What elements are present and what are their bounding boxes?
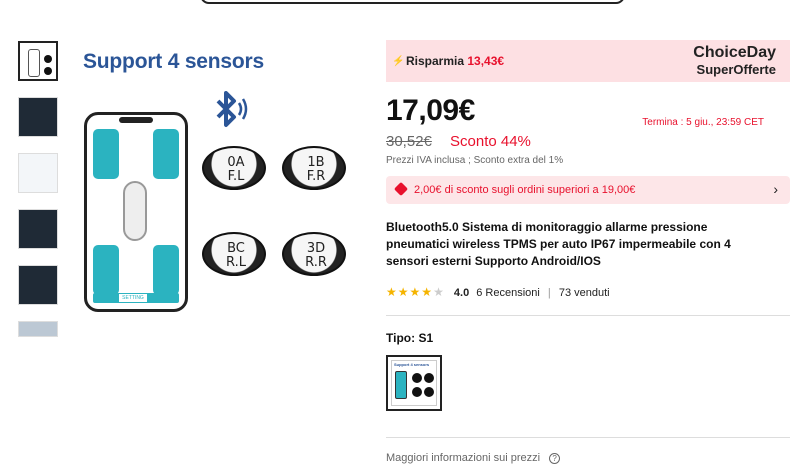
phone-illustration: SETTING <box>84 112 188 312</box>
product-title: Bluetooth5.0 Sistema di monitoraggio all… <box>386 220 731 268</box>
discount-percent: Sconto 44% <box>450 133 531 150</box>
sensor-code: 3D <box>306 241 326 256</box>
star-icon: ★ <box>421 285 434 299</box>
choice-day-logo: ChoiceDay SuperOfferte <box>693 44 776 77</box>
brand-line-2: SuperOfferte <box>696 62 776 77</box>
image-headline: Support 4 sensors <box>83 50 264 73</box>
tire-tile-fl <box>93 129 119 179</box>
sensor-icon <box>424 387 434 397</box>
savings-text: Risparmia 13,43€ <box>406 54 504 68</box>
coupon-banner[interactable]: 2,00€ di sconto sugli ordini superiori a… <box>386 176 790 204</box>
sensor-code: BC <box>227 241 245 256</box>
star-icon: ★ <box>409 285 422 299</box>
more-price-info-text: Maggiori informazioni sui prezzi <box>386 452 541 464</box>
choice-day-banner: ⚡ Risparmia 13,43€ ChoiceDay SuperOffert… <box>386 40 790 82</box>
rating-row: ★★★★★ 4.0 6 Recensioni | 73 venduti <box>386 285 610 299</box>
sensor-icon <box>44 55 52 63</box>
chevron-right-icon: › <box>773 181 778 197</box>
divider <box>386 315 790 316</box>
variant-thumb-text: Support 4 sensors <box>394 362 430 367</box>
sensor-code: 0A <box>227 155 245 170</box>
thumbnail-1[interactable] <box>18 41 58 81</box>
deal-end-time: Termina : 5 giu., 23:59 CET <box>642 117 764 128</box>
coupon-tag-icon <box>393 181 409 197</box>
vat-note: Prezzi IVA inclusa ; Sconto extra del 1% <box>386 155 564 166</box>
star-icon: ★ <box>386 285 398 299</box>
thumbnail-3[interactable] <box>18 153 58 193</box>
savings-amount: 13,43€ <box>467 54 505 68</box>
sensor-icon <box>44 67 52 75</box>
sensor-rl: BC R.L <box>198 230 270 310</box>
thumbnail-6[interactable] <box>18 321 58 337</box>
sold-count: 73 venduti <box>558 287 610 299</box>
sensor-fr: 1B F.R <box>278 144 350 224</box>
star-empty-icon: ★ <box>433 285 445 299</box>
sensor-icon <box>412 387 422 397</box>
phone-notch <box>119 117 153 123</box>
variant-thumb: Support 4 sensors <box>391 360 437 406</box>
sensor-position: F.L <box>227 169 245 184</box>
sensor-position: R.R <box>305 255 327 270</box>
sensor-fl: 0A F.L <box>198 144 270 224</box>
top-header <box>0 0 800 6</box>
thumbnail-5[interactable] <box>18 265 58 305</box>
tire-tile-rl <box>93 245 119 295</box>
sensor-icon <box>412 373 422 383</box>
sensor-cap: 0A F.L <box>202 146 266 190</box>
phone-icon <box>28 49 40 77</box>
car-icon <box>123 181 147 241</box>
phone-icon <box>395 371 407 399</box>
sensor-rr: 3D R.R <box>278 230 350 310</box>
main-product-image[interactable]: Support 4 sensors SETTING 0A F.L 1B F.R … <box>80 40 372 332</box>
coupon-text: 2,00€ di sconto sugli ordini superiori a… <box>414 184 636 196</box>
image-thumbnails <box>18 41 60 337</box>
bolt-icon: ⚡ <box>392 56 405 67</box>
star-rating[interactable]: ★★★★★ <box>386 285 445 299</box>
search-bar[interactable] <box>200 0 625 4</box>
sensor-position: R.L <box>226 255 246 270</box>
tire-tile-rr <box>153 245 179 295</box>
sensor-cap: BC R.L <box>202 232 266 276</box>
tire-tile-fr <box>153 129 179 179</box>
thumbnail-4[interactable] <box>18 209 58 249</box>
more-price-info[interactable]: Maggiori informazioni sui prezzi ? <box>386 452 561 464</box>
bluetooth-icon <box>216 91 248 127</box>
sensor-cap: 1B F.R <box>282 146 346 190</box>
variant-label: Tipo: S1 <box>386 331 434 345</box>
variant-option-s1[interactable]: Support 4 sensors <box>386 355 442 411</box>
thumbnail-2[interactable] <box>18 97 58 137</box>
sensor-cap: 3D R.R <box>282 232 346 276</box>
info-icon[interactable]: ? <box>549 452 561 464</box>
divider <box>386 437 790 438</box>
separator: | <box>547 287 551 299</box>
rating-score: 4.0 <box>453 287 470 299</box>
sensor-code: 1B <box>307 155 325 170</box>
reviews-link[interactable]: 6 Recensioni <box>476 287 540 299</box>
savings-label: Risparmia <box>406 54 465 68</box>
current-price: 17,09€ <box>386 94 475 127</box>
brand-line-1: ChoiceDay <box>693 44 776 61</box>
star-icon: ★ <box>397 285 410 299</box>
setting-label: SETTING <box>119 294 147 302</box>
original-price: 30,52€ <box>386 133 432 150</box>
sensor-position: F.R <box>306 169 326 184</box>
sensor-icon <box>424 373 434 383</box>
